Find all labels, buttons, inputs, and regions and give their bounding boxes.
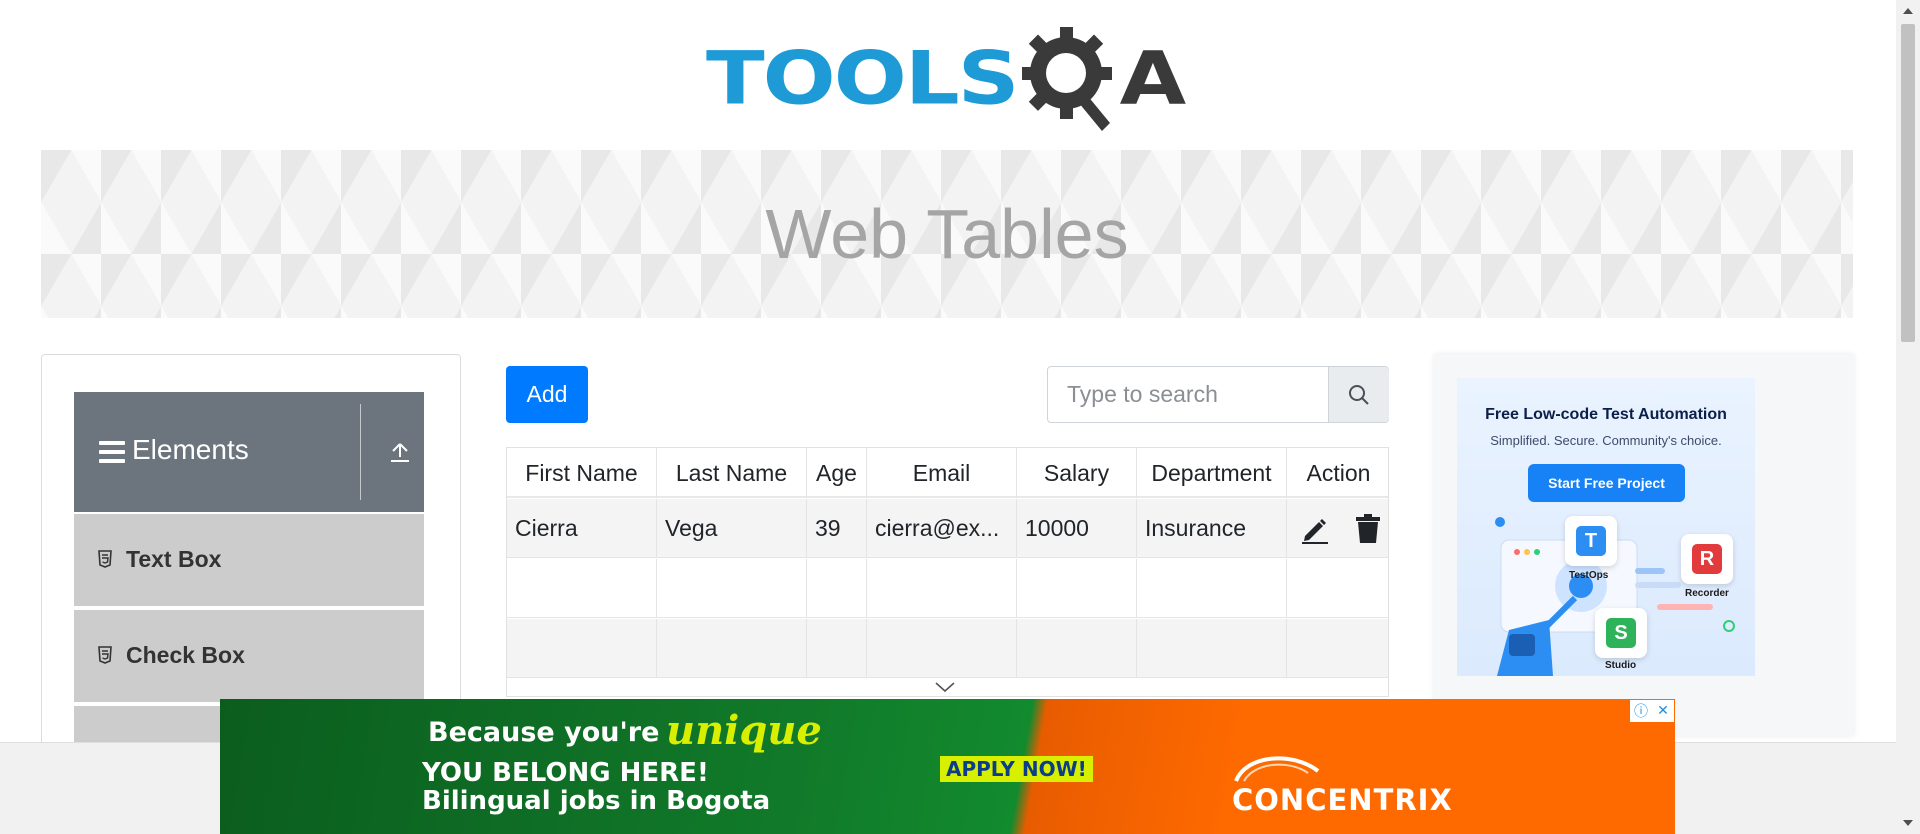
ad-creative[interactable]: Free Low-code Test Automation Simplified… [1457, 378, 1755, 676]
table-row: Cierra Vega 39 cierra@ex... 10000 Insura… [507, 499, 1388, 558]
table-row [507, 619, 1388, 678]
cell-age: 39 [807, 499, 867, 558]
ad-subtitle: Simplified. Secure. Community's choice. [1490, 433, 1722, 448]
cell-action [1287, 499, 1388, 558]
empty-cell [507, 619, 657, 678]
logo-text-a: A [1119, 36, 1187, 122]
empty-cell [807, 559, 867, 618]
add-button[interactable]: Add [506, 366, 588, 423]
ad-text-highlight: unique [666, 707, 822, 754]
concentrix-swoosh-icon [1234, 756, 1320, 782]
sidebar-item-label: Text Box [126, 546, 222, 572]
close-icon[interactable]: ✕ [1652, 700, 1674, 722]
empty-cell [1017, 619, 1137, 678]
scrollbar-thumb[interactable] [1901, 24, 1915, 342]
ad-brand: CONCENTRIX [1232, 783, 1453, 817]
sidebar-item-label: Check Box [126, 642, 245, 668]
column-header-action: Action [1306, 460, 1371, 486]
empty-cell [657, 619, 807, 678]
empty-cell [1017, 559, 1137, 618]
scroll-up-icon[interactable] [1896, 0, 1920, 22]
cell-department: Insurance [1137, 499, 1287, 558]
ad-info-icon[interactable]: ⓘ [1630, 700, 1652, 722]
table-header: First Name Last Name Age Email Salary De… [507, 448, 1388, 498]
table-row [507, 559, 1388, 618]
html5-icon [98, 550, 112, 568]
recorder-card: R [1681, 534, 1733, 584]
ad-apply-button[interactable]: APPLY NOW! [940, 756, 1093, 782]
sidebar-group-elements[interactable]: Elements [74, 392, 424, 512]
page-banner: Web Tables [41, 150, 1853, 318]
upload-arrow-icon[interactable] [388, 440, 412, 464]
trash-icon[interactable] [1355, 514, 1381, 544]
cell-last-name: Vega [657, 499, 807, 558]
site-header: TOOLS A [0, 0, 1896, 148]
ad-product-label: Recorder [1685, 588, 1729, 599]
column-header-age[interactable]: Age [807, 448, 867, 498]
toolsqa-logo[interactable]: TOOLS A [706, 22, 1192, 136]
side-advertisement[interactable]: Free Low-code Test Automation Simplified… [1434, 354, 1854, 736]
page-scrollbar[interactable] [1896, 0, 1920, 834]
empty-cell [1137, 619, 1287, 678]
column-header-salary[interactable]: Salary [1017, 448, 1137, 498]
column-header-department[interactable]: Department [1137, 448, 1287, 498]
empty-cell [507, 559, 657, 618]
divider [360, 404, 361, 500]
empty-cell [1137, 559, 1287, 618]
search-box [1047, 366, 1389, 423]
ad-controls: ⓘ ✕ [1630, 700, 1674, 722]
ad-text-line1: Because you're [428, 717, 660, 748]
ad-product-label: Studio [1605, 660, 1637, 671]
ad-product-label: TestOps [1569, 570, 1609, 581]
web-table: First Name Last Name Age Email Salary De… [506, 447, 1389, 697]
hamburger-icon [99, 441, 125, 463]
column-header-first-name[interactable]: First Name [507, 448, 657, 498]
column-header-email[interactable]: Email [867, 448, 1017, 498]
empty-cell [1287, 559, 1388, 618]
empty-cell [867, 559, 1017, 618]
column-header-last-name[interactable]: Last Name [657, 448, 807, 498]
sidebar-item-check-box[interactable]: Check Box [74, 608, 424, 702]
sidebar-group-title: Elements [132, 434, 249, 465]
ad-text-line2: YOU BELONG HERE! [422, 758, 709, 788]
search-input[interactable] [1048, 367, 1328, 422]
bottom-advertisement[interactable]: Because you're unique YOU BELONG HERE! B… [220, 699, 1675, 834]
page-title: Web Tables [765, 195, 1129, 273]
ad-cta-button[interactable]: Start Free Project [1528, 464, 1685, 502]
sidebar-item-text-box[interactable]: Text Box [74, 512, 424, 606]
cell-first-name: Cierra [507, 499, 657, 558]
search-icon [1349, 385, 1369, 405]
scroll-down-icon[interactable] [1896, 812, 1920, 834]
cell-email: cierra@ex... [867, 499, 1017, 558]
logo-text-tools: TOOLS [706, 36, 1020, 122]
empty-cell [867, 619, 1017, 678]
empty-cell [807, 619, 867, 678]
gear-magnifier-icon [1021, 27, 1112, 131]
chevron-down-icon[interactable] [934, 680, 956, 694]
testops-card: T [1565, 516, 1617, 566]
html5-icon [98, 646, 112, 664]
cell-salary: 10000 [1017, 499, 1137, 558]
search-button[interactable] [1328, 367, 1389, 422]
ad-text-line3: Bilingual jobs in Bogota [422, 786, 771, 816]
empty-cell [1287, 619, 1388, 678]
empty-cell [657, 559, 807, 618]
pencil-icon[interactable] [1299, 514, 1329, 544]
studio-card: S [1595, 608, 1647, 658]
ad-headline: Free Low-code Test Automation [1485, 406, 1727, 423]
